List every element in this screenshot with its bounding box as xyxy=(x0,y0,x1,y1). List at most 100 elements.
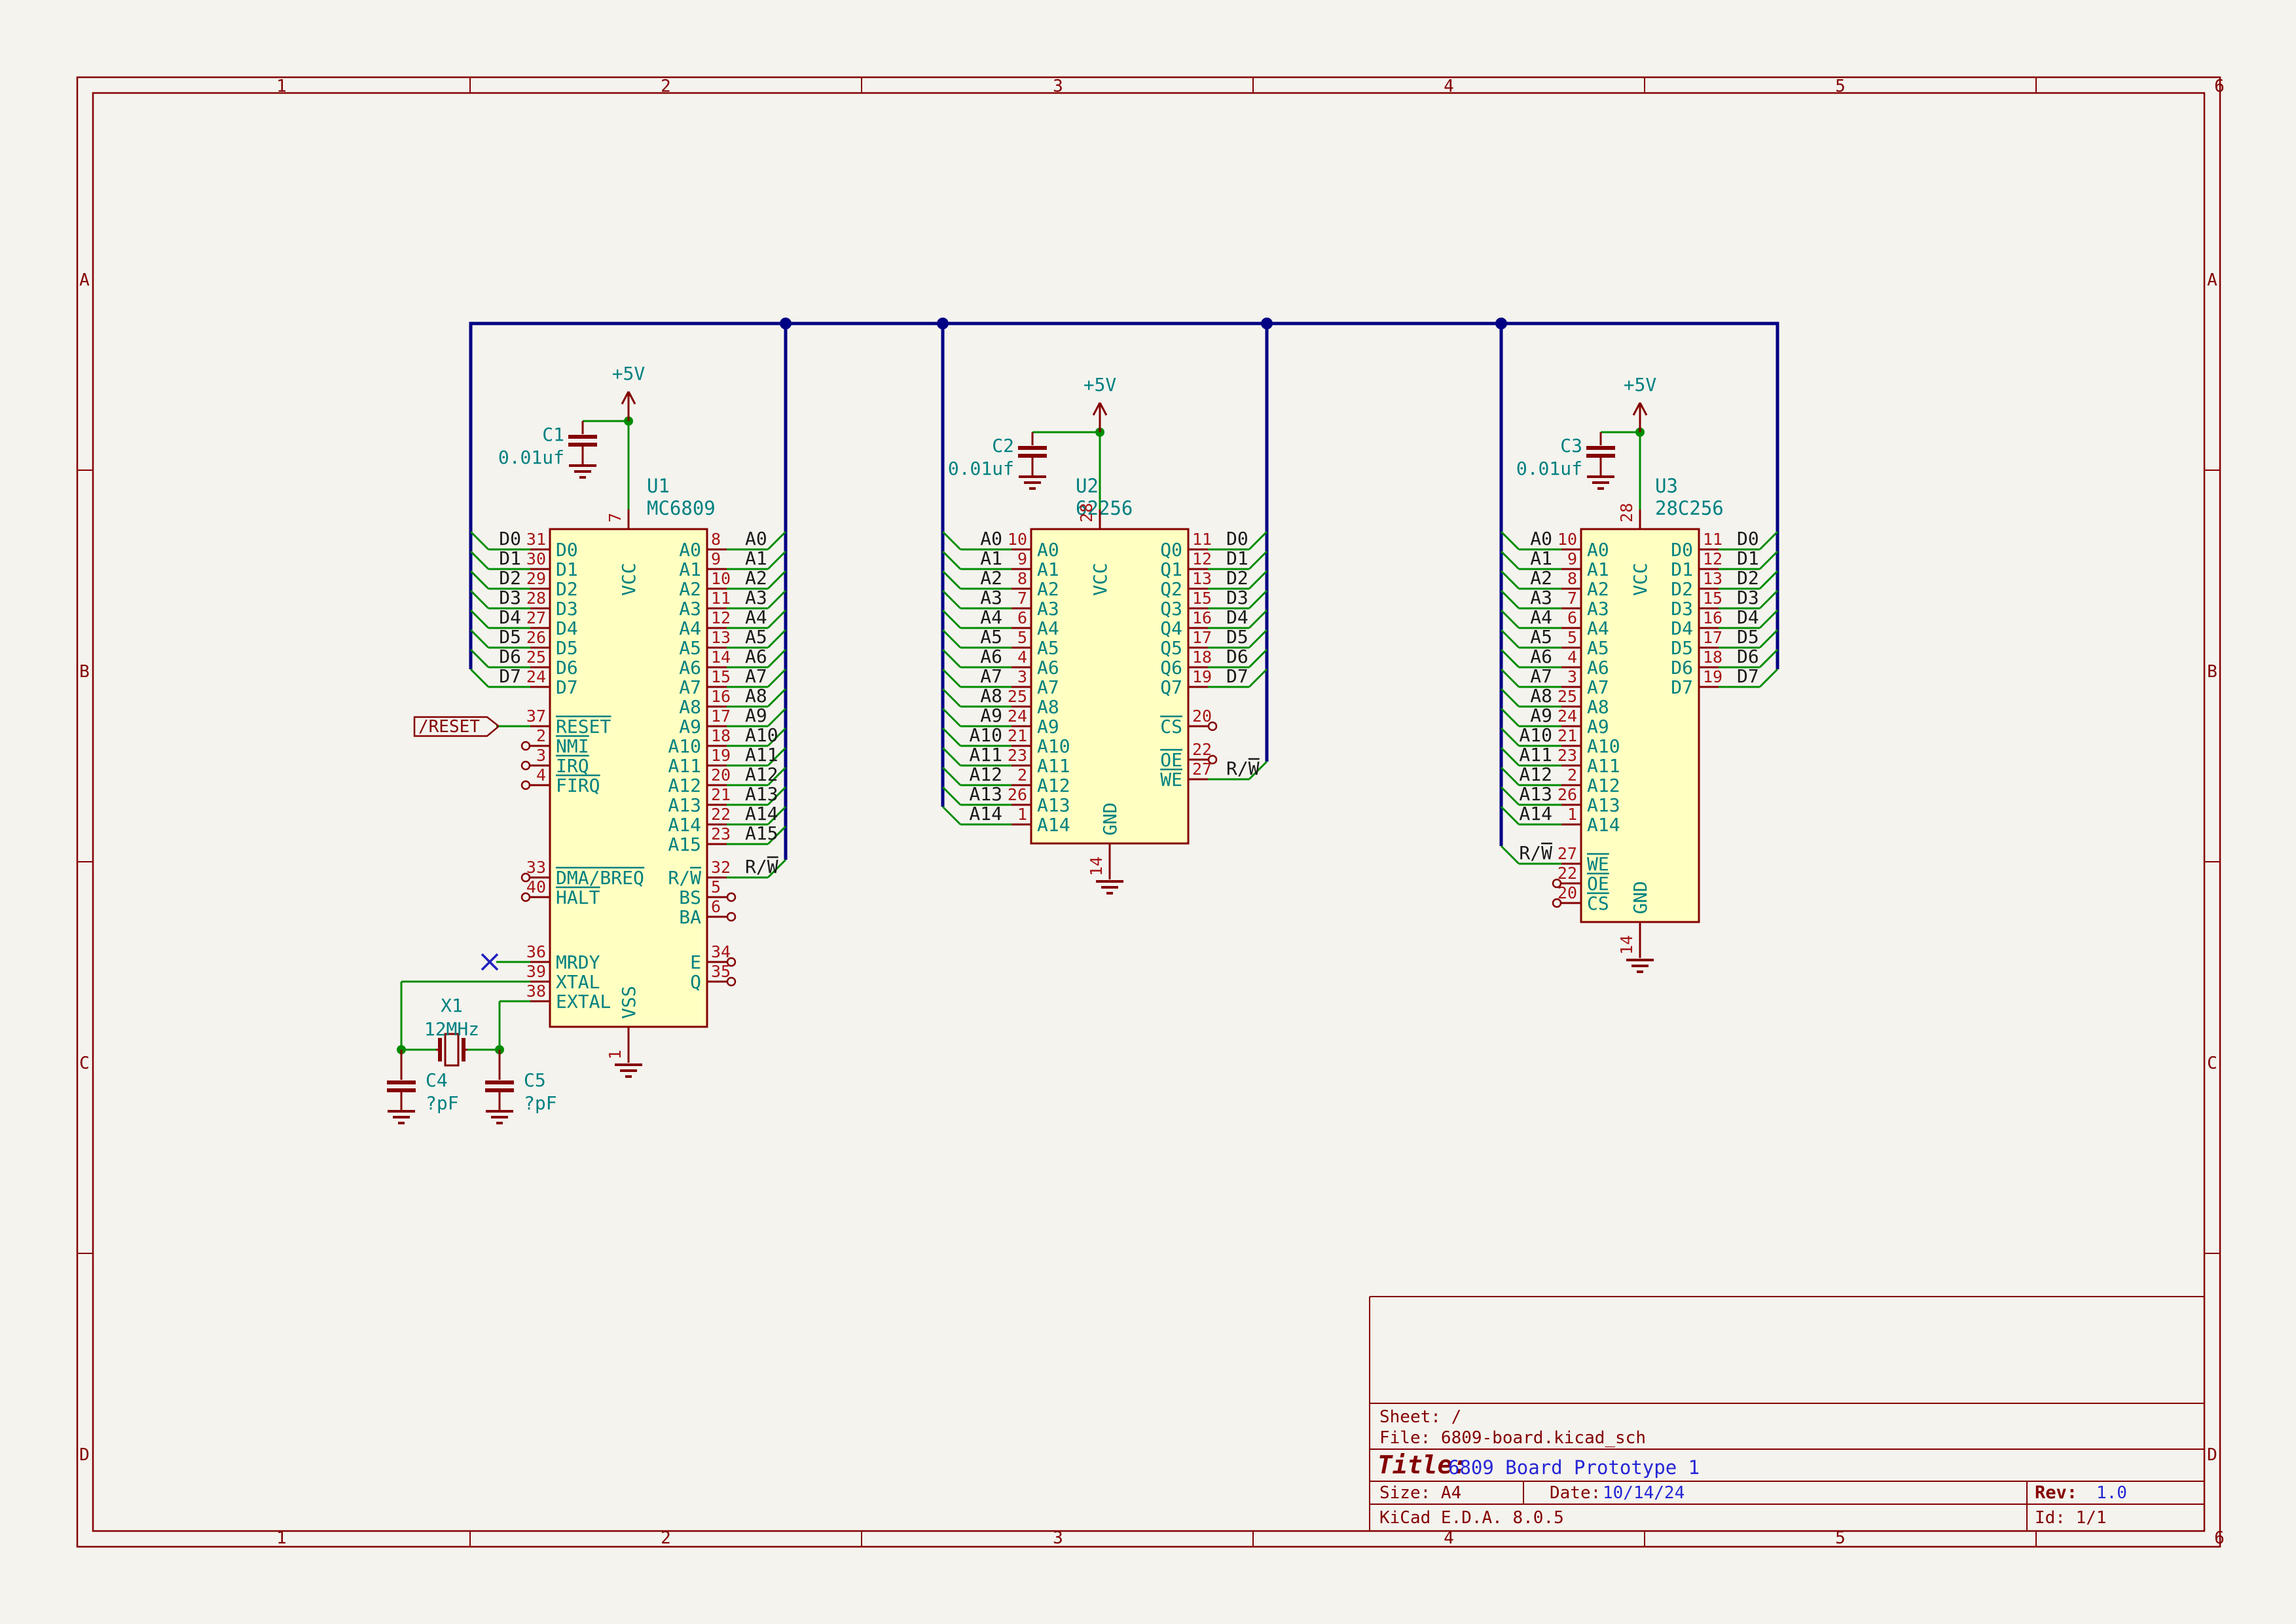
bus-entry-wire[interactable] xyxy=(943,767,960,785)
bus-entry-wire[interactable] xyxy=(1249,551,1267,569)
net-label[interactable]: D5 xyxy=(1737,626,1759,648)
chip-ref[interactable]: U3 xyxy=(1655,475,1678,497)
net-label[interactable]: D3 xyxy=(499,587,521,608)
chip-ref[interactable]: U1 xyxy=(647,475,670,497)
net-label[interactable]: A3 xyxy=(1530,587,1552,608)
net-label[interactable]: A14 xyxy=(1519,803,1552,824)
bus-entry-wire[interactable] xyxy=(1501,846,1519,864)
net-label[interactable]: A0 xyxy=(745,528,767,549)
bus-entry-wire[interactable] xyxy=(471,551,488,569)
bus-entry-wire[interactable] xyxy=(471,610,488,628)
bus-entry-wire[interactable] xyxy=(1249,650,1267,667)
ground-icon[interactable] xyxy=(1587,477,1614,489)
chip-ref[interactable]: U2 xyxy=(1076,475,1099,497)
net-label[interactable]: A15 xyxy=(745,822,778,844)
sheet-field[interactable]: Sheet: / xyxy=(1379,1407,1461,1427)
bus-entry-wire[interactable] xyxy=(1501,630,1519,648)
bus-entry-wire[interactable] xyxy=(768,650,786,667)
net-label[interactable]: A1 xyxy=(1530,547,1552,569)
net-label[interactable]: A4 xyxy=(980,606,1002,628)
size-field[interactable]: Size: A4 xyxy=(1379,1483,1461,1503)
net-label[interactable]: D6 xyxy=(1737,646,1759,667)
net-label[interactable]: A14 xyxy=(745,803,778,824)
net-label[interactable]: A8 xyxy=(745,685,767,707)
capacitor-value[interactable]: ?pF xyxy=(524,1092,557,1114)
bus-entry-wire[interactable] xyxy=(943,709,960,726)
bus-entry-wire[interactable] xyxy=(943,551,960,569)
net-label[interactable]: A9 xyxy=(980,705,1002,726)
bus-entry-wire[interactable] xyxy=(1501,728,1519,746)
bus-entry-wire[interactable] xyxy=(943,728,960,746)
bus-entry-wire[interactable] xyxy=(1249,610,1267,628)
net-label[interactable]: A11 xyxy=(1519,744,1552,766)
bus-entry-wire[interactable] xyxy=(768,591,786,608)
capacitor-ref[interactable]: C5 xyxy=(524,1069,546,1091)
net-label[interactable]: A6 xyxy=(745,646,767,667)
bus-entry-wire[interactable] xyxy=(1760,532,1777,549)
net-label[interactable]: D2 xyxy=(1226,567,1248,589)
net-label[interactable]: D6 xyxy=(499,646,521,667)
date-value[interactable]: 10/14/24 xyxy=(1603,1483,1685,1503)
net-label[interactable]: R/W xyxy=(745,856,778,877)
bus-entry-wire[interactable] xyxy=(943,669,960,687)
net-label[interactable]: A9 xyxy=(1530,705,1552,726)
ground-icon[interactable] xyxy=(486,1111,513,1123)
bus-entry-wire[interactable] xyxy=(1501,787,1519,805)
bus-entry-wire[interactable] xyxy=(471,571,488,589)
net-label[interactable]: A14 xyxy=(969,803,1002,824)
bus-entry-wire[interactable] xyxy=(943,748,960,766)
net-label[interactable]: A13 xyxy=(745,783,778,805)
net-label[interactable]: A0 xyxy=(980,528,1002,549)
no-connect-icon[interactable] xyxy=(482,954,498,970)
bus-entry-wire[interactable] xyxy=(1501,709,1519,726)
crystal-value[interactable]: 12MHz xyxy=(424,1018,479,1040)
bus-entry-wire[interactable] xyxy=(768,610,786,628)
capacitor-value[interactable]: 0.01uf xyxy=(498,447,564,468)
global-label-reset[interactable]: /RESET xyxy=(414,717,499,737)
net-label[interactable]: A8 xyxy=(980,685,1002,707)
capacitor-C1[interactable]: C10.01uf xyxy=(498,421,597,477)
bus-entry-wire[interactable] xyxy=(1760,571,1777,589)
bus-entry-wire[interactable] xyxy=(1249,630,1267,648)
net-label[interactable]: A11 xyxy=(745,744,778,766)
net-label[interactable]: A2 xyxy=(1530,567,1552,589)
bus-entry-wire[interactable] xyxy=(1501,650,1519,667)
capacitor-C4[interactable]: C4?pF xyxy=(387,1050,459,1123)
bus-entry-wire[interactable] xyxy=(1501,532,1519,549)
net-label[interactable]: D1 xyxy=(499,547,521,569)
net-label[interactable]: R/W xyxy=(1226,758,1260,779)
bus-entry-wire[interactable] xyxy=(471,650,488,667)
net-label[interactable]: D6 xyxy=(1226,646,1248,667)
net-label[interactable]: D4 xyxy=(1226,606,1248,628)
capacitor-value[interactable]: ?pF xyxy=(426,1092,459,1114)
crystal-ref[interactable]: X1 xyxy=(441,995,463,1016)
file-field[interactable]: File: 6809-board.kicad_sch xyxy=(1379,1428,1646,1448)
net-label[interactable]: A12 xyxy=(745,764,778,785)
net-label[interactable]: A7 xyxy=(745,665,767,687)
bus-entry-wire[interactable] xyxy=(1501,610,1519,628)
ic-U2[interactable]: U26225628VCC14GND10A0A09A1A18A2A27A3A36A… xyxy=(943,475,1267,893)
net-label[interactable]: D3 xyxy=(1226,587,1248,608)
capacitor-ref[interactable]: C3 xyxy=(1560,435,1582,456)
net-label[interactable]: D2 xyxy=(1737,567,1759,589)
net-label[interactable]: D5 xyxy=(1226,626,1248,648)
crystal-X1[interactable]: X112MHz xyxy=(424,995,479,1065)
bus-entry-wire[interactable] xyxy=(1249,669,1267,687)
capacitor-ref[interactable]: C1 xyxy=(542,424,564,445)
bus-entry-wire[interactable] xyxy=(1760,669,1777,687)
bus-entry-wire[interactable] xyxy=(768,630,786,648)
capacitor-C5[interactable]: C5?pF xyxy=(485,1050,557,1123)
net-label[interactable]: A13 xyxy=(969,783,1002,805)
net-label[interactable]: A11 xyxy=(969,744,1002,766)
bus-entry-wire[interactable] xyxy=(1501,689,1519,707)
bus-entry-wire[interactable] xyxy=(471,630,488,648)
bus-entry-wire[interactable] xyxy=(1760,650,1777,667)
net-label[interactable]: A4 xyxy=(745,606,767,628)
bus-entry-wire[interactable] xyxy=(768,669,786,687)
net-label[interactable]: A6 xyxy=(1530,646,1552,667)
net-label[interactable]: A10 xyxy=(1519,724,1552,746)
ground-icon[interactable] xyxy=(1019,477,1046,489)
global-label-text[interactable]: /RESET xyxy=(418,717,480,737)
net-label[interactable]: A5 xyxy=(980,626,1002,648)
net-label[interactable]: D2 xyxy=(499,567,521,589)
